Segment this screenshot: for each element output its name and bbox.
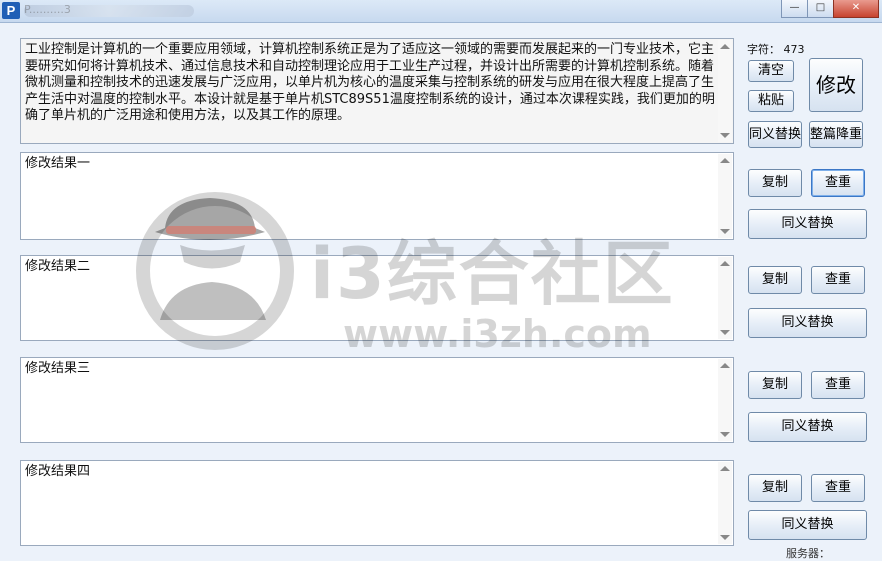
result-scrollbar-3[interactable] [718,359,732,441]
result-label-1: 修改结果一 [25,156,91,171]
scroll-up-icon[interactable] [720,466,730,471]
dedupe-all-button[interactable]: 整篇降重 [809,121,863,148]
copy-button-2[interactable]: 复制 [748,266,802,294]
char-count-value: 473 [783,43,805,56]
synonym-button-4[interactable]: 同义替换 [748,510,867,540]
result-box-1[interactable]: 修改结果一 [20,152,734,240]
result-box-4[interactable]: 修改结果四 [20,460,734,546]
source-scrollbar[interactable] [718,40,732,142]
scroll-down-icon[interactable] [720,133,730,138]
result-scrollbar-4[interactable] [718,462,732,544]
check-button-1[interactable]: 查重 [811,169,865,197]
char-count: 字符： 473 [747,41,805,57]
scroll-up-icon[interactable] [720,44,730,49]
scroll-up-icon[interactable] [720,363,730,368]
minimize-button[interactable]: — [781,0,808,18]
char-count-label: 字符： [747,43,780,56]
close-button[interactable]: ✕ [833,0,879,18]
source-text-area[interactable]: 工业控制是计算机的一个重要应用领域，计算机控制系统正是为了适应这一领域的需要而发… [20,38,734,144]
scroll-up-icon[interactable] [720,158,730,163]
result-scrollbar-2[interactable] [718,257,732,339]
scroll-down-icon[interactable] [720,432,730,437]
app-icon: P [2,2,20,19]
synonym-button-1[interactable]: 同义替换 [748,209,867,239]
scroll-down-icon[interactable] [720,330,730,335]
check-button-4[interactable]: 查重 [811,474,865,502]
result-label-3: 修改结果三 [25,361,91,376]
result-label-4: 修改结果四 [25,464,91,479]
paste-button[interactable]: 粘贴 [748,90,794,112]
scroll-down-icon[interactable] [720,535,730,540]
scroll-down-icon[interactable] [720,229,730,234]
maximize-button[interactable]: □ [807,0,834,18]
synonym-button-3[interactable]: 同义替换 [748,412,867,442]
modify-button[interactable]: 修改 [809,58,863,112]
check-button-3[interactable]: 查重 [811,371,865,399]
check-button-2[interactable]: 查重 [811,266,865,294]
result-label-2: 修改结果二 [25,259,91,274]
source-text: 工业控制是计算机的一个重要应用领域，计算机控制系统正是为了适应这一领域的需要而发… [25,42,715,123]
synonym-button-2[interactable]: 同义替换 [748,308,867,338]
clear-button[interactable]: 清空 [748,60,794,82]
scroll-up-icon[interactable] [720,261,730,266]
result-box-2[interactable]: 修改结果二 [20,255,734,341]
result-scrollbar-1[interactable] [718,154,732,238]
copy-button-3[interactable]: 复制 [748,371,802,399]
copy-button-4[interactable]: 复制 [748,474,802,502]
service-label: 服务器： [786,547,830,560]
synonym-replace-all-button[interactable]: 同义替换 [748,121,802,148]
result-box-3[interactable]: 修改结果三 [20,357,734,443]
title-bar: P P..........3 — □ ✕ [0,0,882,23]
window-title: P..........3 [24,3,71,16]
copy-button-1[interactable]: 复制 [748,169,802,197]
